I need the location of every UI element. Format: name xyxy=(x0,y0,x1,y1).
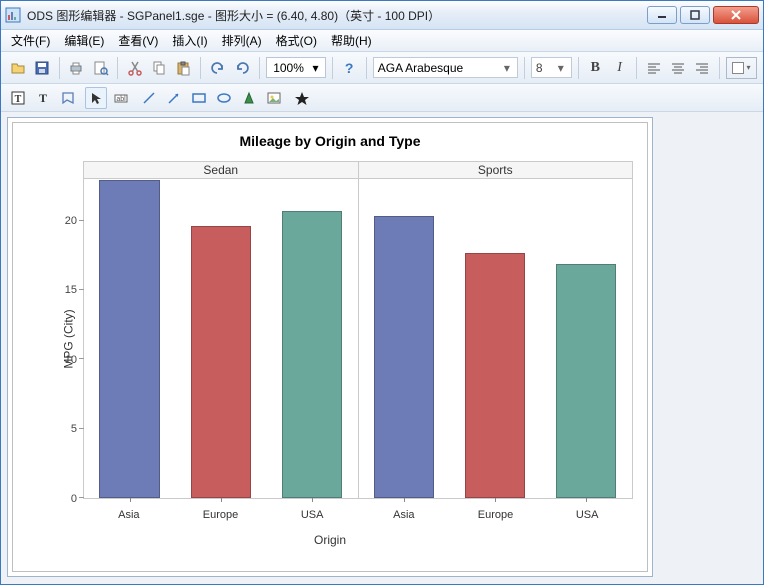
menu-format[interactable]: 格式(O) xyxy=(270,30,323,51)
y-tick: 15 xyxy=(65,284,77,296)
text-box-button[interactable]: T xyxy=(7,87,29,109)
align-right-button[interactable] xyxy=(692,57,713,79)
minimize-button[interactable] xyxy=(647,6,677,24)
ellipse-tool-button[interactable] xyxy=(213,87,235,109)
x-tick: Asia xyxy=(358,509,450,521)
menu-file[interactable]: 文件(F) xyxy=(5,30,56,51)
toolbar-separator xyxy=(636,57,637,79)
bar-sedan-asia[interactable] xyxy=(99,180,159,498)
toolbar-separator xyxy=(524,57,525,79)
italic-button[interactable]: I xyxy=(609,57,630,79)
dropdown-icon: ▾ xyxy=(555,61,567,75)
x-tick: USA xyxy=(266,509,358,521)
undo-button[interactable] xyxy=(207,57,228,79)
menu-arrange[interactable]: 排列(A) xyxy=(216,30,268,51)
chart-title: Mileage by Origin and Type xyxy=(13,123,647,153)
help-button[interactable]: ? xyxy=(339,57,360,79)
chart-panel[interactable]: Mileage by Origin and Type Sedan Sports … xyxy=(12,122,648,572)
plot-sedan xyxy=(84,179,358,498)
maximize-button[interactable] xyxy=(680,6,710,24)
bar-sedan-usa[interactable] xyxy=(282,211,342,498)
menu-view[interactable]: 查看(V) xyxy=(112,30,164,51)
menu-bar: 文件(F) 编辑(E) 查看(V) 插入(I) 排列(A) 格式(O) 帮助(H… xyxy=(1,30,763,52)
zoom-dropdown-icon[interactable]: ▾ xyxy=(309,61,323,75)
zoom-value: 100% xyxy=(269,61,309,75)
svg-text:T: T xyxy=(15,94,22,105)
menu-help[interactable]: 帮助(H) xyxy=(325,30,378,51)
plot-area xyxy=(83,179,633,499)
line-tool-button[interactable] xyxy=(138,87,160,109)
font-size-combo[interactable]: 8▾ xyxy=(531,57,572,78)
redo-button[interactable] xyxy=(231,57,252,79)
align-center-button[interactable] xyxy=(667,57,688,79)
rectangle-tool-button[interactable] xyxy=(188,87,210,109)
select-tool-button[interactable] xyxy=(85,87,107,109)
bar-sports-usa[interactable] xyxy=(556,264,616,498)
svg-text:T: T xyxy=(39,91,47,105)
vertical-scrollbar[interactable] xyxy=(741,117,757,577)
x-tick: USA xyxy=(541,509,633,521)
svg-text:abl: abl xyxy=(116,96,126,103)
app-icon xyxy=(5,7,21,23)
bar-sports-asia[interactable] xyxy=(374,216,434,498)
bold-button[interactable]: B xyxy=(585,57,606,79)
toolbar-tools: T T abl xyxy=(1,84,763,112)
canvas-area[interactable]: Mileage by Origin and Type Sedan Sports … xyxy=(7,117,653,577)
app-window: ODS 图形编辑器 - SGPanel1.sge - 图形大小 = (6.40,… xyxy=(0,0,764,585)
panel-header-sports: Sports xyxy=(359,161,634,179)
marker-tool-button[interactable] xyxy=(238,87,260,109)
y-tick: 10 xyxy=(65,354,77,366)
panel-headers: Sedan Sports xyxy=(83,161,633,179)
font-color-button[interactable]: ▾ xyxy=(726,57,757,79)
x-tick: Europe xyxy=(175,509,267,521)
y-tick: 5 xyxy=(71,423,77,435)
menu-insert[interactable]: 插入(I) xyxy=(166,30,213,51)
label-tool-button[interactable]: abl xyxy=(110,87,132,109)
copy-button[interactable] xyxy=(148,57,169,79)
toolbar-separator xyxy=(366,57,367,79)
print-button[interactable] xyxy=(66,57,87,79)
zoom-combo[interactable]: 100% ▾ xyxy=(266,57,326,78)
save-button[interactable] xyxy=(31,57,52,79)
favorite-button[interactable] xyxy=(291,87,313,109)
x-tick: Europe xyxy=(450,509,542,521)
toolbar-separator xyxy=(578,57,579,79)
font-name-combo[interactable]: AGA Arabesque▾ xyxy=(373,57,518,78)
window-title: ODS 图形编辑器 - SGPanel1.sge - 图形大小 = (6.40,… xyxy=(27,7,647,24)
paste-button[interactable] xyxy=(173,57,194,79)
toolbar-separator xyxy=(259,57,260,79)
menu-edit[interactable]: 编辑(E) xyxy=(58,30,110,51)
align-left-button[interactable] xyxy=(643,57,664,79)
annotation-button[interactable] xyxy=(57,87,79,109)
cut-button[interactable] xyxy=(124,57,145,79)
dropdown-icon: ▾ xyxy=(501,61,513,75)
x-tick: Asia xyxy=(83,509,175,521)
y-tick: 0 xyxy=(71,493,77,505)
toolbar-separator xyxy=(117,57,118,79)
title-bar: ODS 图形编辑器 - SGPanel1.sge - 图形大小 = (6.40,… xyxy=(1,1,763,30)
toolbar-separator xyxy=(59,57,60,79)
x-axis-label: Origin xyxy=(13,533,647,547)
window-controls xyxy=(647,6,759,24)
open-button[interactable] xyxy=(7,57,28,79)
text-button[interactable]: T xyxy=(32,87,54,109)
toolbar-separator xyxy=(200,57,201,79)
bar-sedan-europe[interactable] xyxy=(191,226,251,498)
toolbar-separator xyxy=(332,57,333,79)
close-button[interactable] xyxy=(713,6,759,24)
panel-header-sedan: Sedan xyxy=(83,161,359,179)
y-tick: 20 xyxy=(65,215,77,227)
plot-sports xyxy=(358,179,633,498)
y-axis: MPG (City) 05101520 xyxy=(51,179,81,499)
image-tool-button[interactable] xyxy=(263,87,285,109)
toolbar-separator xyxy=(719,57,720,79)
toolbar-main: 100% ▾ ? AGA Arabesque▾ 8▾ B I ▾ xyxy=(1,52,763,84)
bar-sports-europe[interactable] xyxy=(465,253,525,498)
arrow-tool-button[interactable] xyxy=(163,87,185,109)
x-axis-ticks: AsiaEuropeUSA AsiaEuropeUSA xyxy=(83,509,633,521)
print-preview-button[interactable] xyxy=(90,57,111,79)
